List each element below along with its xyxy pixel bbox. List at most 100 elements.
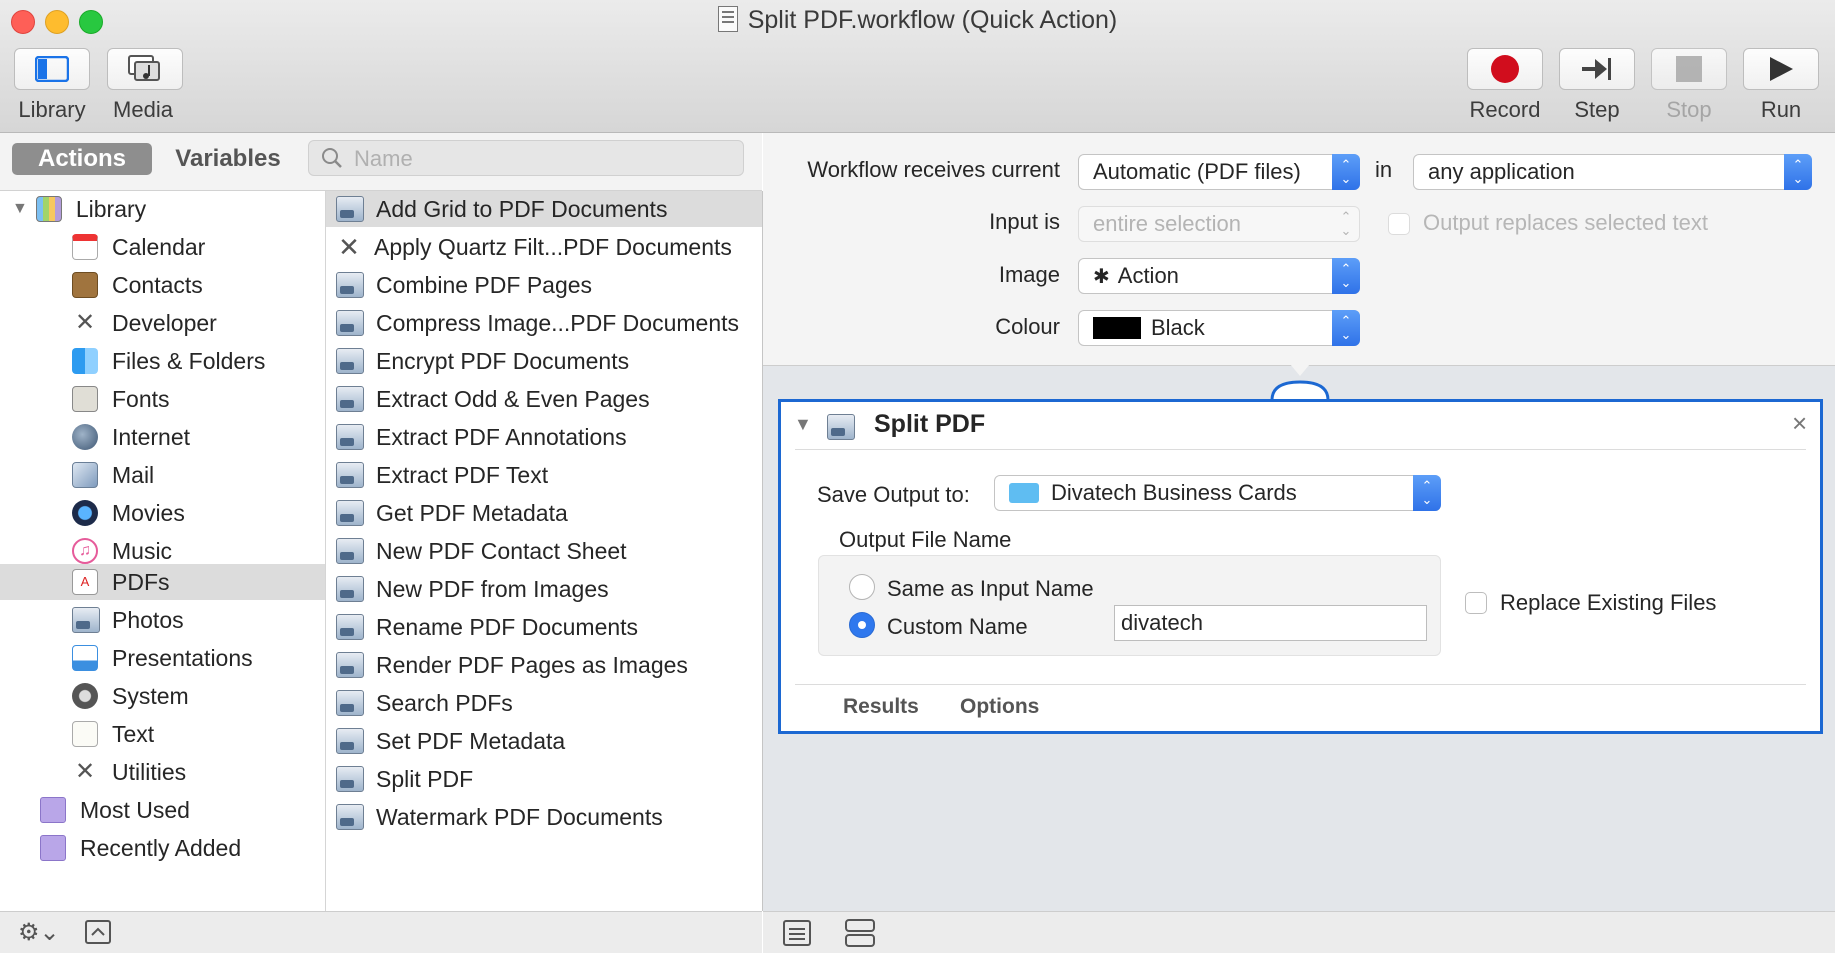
folder-icon: [1009, 483, 1039, 503]
quicktime-icon: [72, 500, 98, 526]
action-item-label: Compress Image...PDF Documents: [376, 309, 740, 336]
options-tab[interactable]: Options: [960, 695, 1039, 719]
disclosure-triangle-icon[interactable]: ▼: [12, 200, 28, 218]
gear-icon: ✱: [1093, 265, 1110, 288]
sidebar-item-developer[interactable]: ✕ Developer: [72, 305, 217, 341]
action-item[interactable]: Encrypt PDF Documents: [336, 343, 629, 379]
receives-popup[interactable]: Automatic (PDF files) ⌃ ⌄: [1078, 154, 1360, 190]
custom-name-label: Custom Name: [887, 614, 1028, 639]
sidebar-item-fonts[interactable]: Fonts: [72, 381, 170, 417]
fonts-icon: [72, 386, 98, 412]
stop-button[interactable]: [1651, 48, 1727, 90]
action-item[interactable]: Render PDF Pages as Images: [336, 647, 688, 683]
sidebar-item-recently-added[interactable]: Recently Added: [40, 830, 241, 866]
action-item[interactable]: Add Grid to PDF Documents: [336, 191, 667, 227]
action-item[interactable]: New PDF from Images: [336, 571, 609, 607]
tab-variables[interactable]: Variables: [158, 143, 298, 175]
library-root-item[interactable]: ▼ Library: [12, 191, 146, 227]
colour-popup[interactable]: Black ⌃ ⌄: [1078, 310, 1360, 346]
popup-chevrons-icon: ⌃ ⌄: [1332, 258, 1360, 294]
pdf-action-icon: [336, 538, 364, 564]
split-pdf-action-icon: [827, 414, 855, 440]
action-item[interactable]: Get PDF Metadata: [336, 495, 568, 531]
same-as-input-radio[interactable]: [849, 574, 875, 600]
record-label: Record: [1469, 97, 1541, 122]
collapse-triangle-icon[interactable]: ▼: [794, 414, 812, 435]
image-popup[interactable]: ✱ Action ⌃ ⌄: [1078, 258, 1360, 294]
sidebar-item-pdfs[interactable]: A PDFs: [72, 564, 170, 600]
sidebar-item-utilities[interactable]: ✕ Utilities: [72, 754, 186, 790]
variables-view-icon[interactable]: [845, 918, 875, 948]
custom-name-radio[interactable]: [849, 612, 875, 638]
gear-menu-icon[interactable]: ⚙︎⌄: [18, 918, 60, 947]
window-title: Split PDF.workflow (Quick Action): [0, 6, 1835, 35]
play-icon: [1770, 57, 1793, 81]
pdf-document-icon: A: [72, 569, 98, 595]
action-item[interactable]: Extract PDF Annotations: [336, 419, 627, 455]
step-button[interactable]: [1559, 48, 1635, 90]
action-item[interactable]: Rename PDF Documents: [336, 609, 638, 645]
application-popup[interactable]: any application ⌃ ⌄: [1413, 154, 1812, 190]
action-item[interactable]: Search PDFs: [336, 685, 513, 721]
tab-actions[interactable]: Actions: [12, 143, 152, 175]
search-input[interactable]: Name: [354, 146, 413, 172]
results-tab[interactable]: Results: [843, 695, 919, 719]
pdf-action-icon: [336, 424, 364, 450]
action-item[interactable]: ✕ Apply Quartz Filt...PDF Documents: [336, 229, 732, 265]
action-item-label: Encrypt PDF Documents: [376, 347, 630, 374]
sidebar-item-label: Internet: [112, 423, 190, 450]
save-output-popup[interactable]: Divatech Business Cards ⌃ ⌄: [994, 475, 1441, 511]
record-icon: [1491, 55, 1519, 83]
input-is-popup[interactable]: entire selection ⌃ ⌄: [1078, 206, 1360, 242]
action-item[interactable]: Extract Odd & Even Pages: [336, 381, 650, 417]
sidebar-item-files-folders[interactable]: Files & Folders: [72, 343, 265, 379]
sidebar-item-mail[interactable]: Mail: [72, 457, 154, 493]
sidebar-item-system[interactable]: System: [72, 678, 189, 714]
sidebar-item-label: Developer: [112, 309, 217, 336]
stop-label: Stop: [1666, 97, 1712, 122]
library-pane: ▼ Library Calendar Contacts ✕ Developer …: [0, 191, 326, 911]
sidebar-item-contacts[interactable]: Contacts: [72, 267, 203, 303]
search-field[interactable]: Name: [308, 140, 744, 176]
action-item-label: Extract Odd & Even Pages: [376, 385, 650, 412]
action-item[interactable]: Split PDF: [336, 761, 473, 797]
run-button[interactable]: [1743, 48, 1819, 90]
action-item[interactable]: Compress Image...PDF Documents: [336, 305, 739, 341]
close-icon[interactable]: ×: [1792, 408, 1807, 439]
quartz-filter-icon: ✕: [338, 232, 360, 262]
action-item[interactable]: Extract PDF Text: [336, 457, 548, 493]
action-item[interactable]: New PDF Contact Sheet: [336, 533, 627, 569]
replace-existing-checkbox[interactable]: [1465, 592, 1487, 614]
keynote-icon: [72, 645, 98, 671]
sidebar-item-presentations[interactable]: Presentations: [72, 640, 253, 676]
action-title: Split PDF: [874, 410, 986, 438]
image-label: Image: [998, 262, 1060, 287]
action-item[interactable]: Watermark PDF Documents: [336, 799, 663, 835]
action-item[interactable]: Combine PDF Pages: [336, 267, 592, 303]
action-item-label: Set PDF Metadata: [376, 727, 566, 754]
photos-icon: [72, 607, 100, 633]
receives-label: Workflow receives current: [807, 157, 1060, 182]
step-icon: [1582, 58, 1611, 80]
library-toolbar-button[interactable]: [14, 48, 90, 90]
developer-tools-icon: ✕: [74, 309, 96, 336]
mail-icon: [72, 462, 98, 488]
sidebar-item-photos[interactable]: Photos: [72, 602, 184, 638]
media-toolbar-button[interactable]: [107, 48, 183, 90]
toggle-description-icon[interactable]: [85, 920, 111, 944]
log-list-icon[interactable]: [783, 920, 811, 946]
library-sidebar-icon: [35, 56, 69, 82]
sidebar-item-calendar[interactable]: Calendar: [72, 229, 205, 265]
sidebar-item-internet[interactable]: Internet: [72, 419, 190, 455]
sidebar-item-most-used[interactable]: Most Used: [40, 792, 190, 828]
sidebar-item-movies[interactable]: Movies: [72, 495, 185, 531]
sidebar-item-label: Most Used: [80, 796, 190, 823]
output-replaces-checkbox[interactable]: [1388, 213, 1410, 235]
action-item[interactable]: Set PDF Metadata: [336, 723, 565, 759]
workflow-document-icon: [717, 6, 738, 32]
pdf-action-icon: [336, 766, 364, 792]
sidebar-item-text[interactable]: Text: [72, 716, 154, 752]
record-button[interactable]: [1467, 48, 1543, 90]
custom-name-input[interactable]: divatech: [1114, 605, 1427, 641]
in-label: in: [1375, 157, 1393, 182]
